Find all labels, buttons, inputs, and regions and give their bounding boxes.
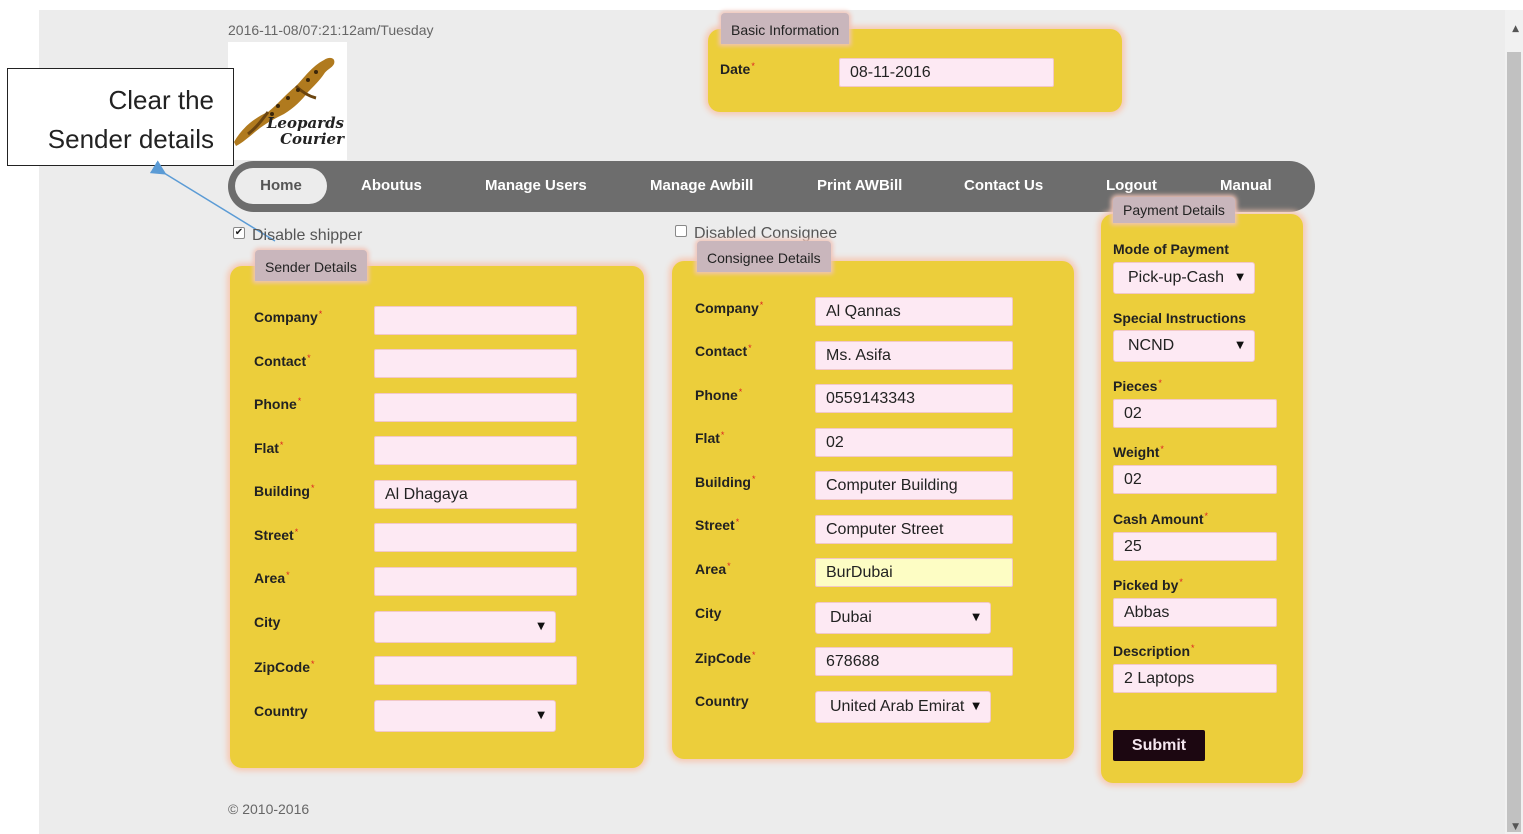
sender-contact-input[interactable] [374,349,577,378]
weight-label: Weight* [1113,444,1164,460]
consignee-contact-label: Contact* [695,343,752,359]
pieces-label: Pieces* [1113,378,1162,394]
sender-details-legend: Sender Details [255,250,367,281]
description-label: Description* [1113,643,1195,659]
nav-print-awbill[interactable]: Print AWBill [817,161,902,212]
sender-phone-input[interactable] [374,393,577,422]
sender-company-input[interactable] [374,306,577,335]
consignee-area-input[interactable]: BurDubai [815,558,1013,587]
special-instructions-select[interactable]: NCND ▼ [1113,330,1255,362]
payment-details-panel [1101,214,1303,783]
sender-phone-label: Phone* [254,396,302,412]
nav-contact-us[interactable]: Contact Us [964,161,1043,212]
timestamp: 2016-11-08/07:21:12am/Tuesday [228,22,434,38]
weight-input[interactable]: 02 [1113,465,1277,494]
sender-zipcode-label: ZipCode* [254,659,315,675]
sender-building-input[interactable]: Al Dhagaya [374,480,577,509]
consignee-building-input[interactable]: Computer Building [815,471,1013,500]
date-input[interactable]: 08-11-2016 [839,58,1054,87]
cash-amount-label: Cash Amount* [1113,511,1208,527]
chevron-down-icon: ▼ [537,621,545,632]
sender-flat-label: Flat* [254,440,284,456]
consignee-company-input[interactable]: Al Qannas [815,297,1013,326]
logo-wordmark: Leopards Courier [266,114,344,148]
consignee-phone-input[interactable]: 0559143343 [815,384,1013,413]
sender-company-label: Company* [254,309,323,325]
submit-button[interactable]: Submit [1113,730,1205,761]
consignee-phone-label: Phone* [695,387,743,403]
sender-flat-input[interactable] [374,436,577,465]
scroll-up-icon[interactable]: ▲ [1512,24,1519,34]
consignee-street-input[interactable]: Computer Street [815,515,1013,544]
consignee-city-label: City [695,605,722,621]
picked-by-label: Picked by* [1113,577,1183,593]
cash-amount-input[interactable]: 25 [1113,532,1277,561]
consignee-company-label: Company* [695,300,764,316]
footer-copyright: © 2010-2016 [228,801,310,817]
consignee-area-label: Area* [695,561,731,577]
consignee-zipcode-label: ZipCode* [695,650,756,666]
payment-details-legend: Payment Details [1113,197,1235,223]
sender-area-label: Area* [254,570,290,586]
description-input[interactable]: 2 Laptops [1113,664,1277,693]
disable-shipper-checkbox[interactable]: ✔ [233,227,245,239]
chevron-down-icon: ▼ [1236,272,1244,283]
scroll-down-icon[interactable]: ▼ [1512,822,1519,832]
sender-details-panel [230,266,644,768]
consignee-flat-label: Flat* [695,430,725,446]
nav-aboutus[interactable]: Aboutus [361,161,422,212]
nav-manage-users[interactable]: Manage Users [485,161,587,212]
sender-zipcode-input[interactable] [374,656,577,685]
date-label: Date* [720,61,755,77]
chevron-down-icon: ▼ [1236,340,1244,351]
sender-area-input[interactable] [374,567,577,596]
consignee-country-select[interactable]: United Arab Emirat ▼ [815,691,991,723]
disable-shipper-label: Disable shipper [252,227,363,244]
special-instructions-label: Special Instructions [1113,310,1247,326]
disabled-consignee-checkbox[interactable] [675,225,687,237]
scroll-thumb[interactable] [1507,52,1521,832]
consignee-flat-input[interactable]: 02 [815,428,1013,457]
sender-building-label: Building* [254,483,315,499]
sender-city-select[interactable]: ▼ [374,611,556,643]
vertical-scrollbar[interactable]: ▲ ▼ [1505,10,1523,834]
mode-of-payment-select[interactable]: Pick-up-Cash ▼ [1113,262,1255,294]
pieces-input[interactable]: 02 [1113,399,1277,428]
sender-city-label: City [254,614,281,630]
consignee-contact-input[interactable]: Ms. Asifa [815,341,1013,370]
consignee-street-label: Street* [695,517,740,533]
basic-information-legend: Basic Information [721,13,850,44]
picked-by-input[interactable]: Abbas [1113,598,1277,627]
sender-street-input[interactable] [374,523,577,552]
nav-manage-awbill[interactable]: Manage Awbill [650,161,753,212]
chevron-down-icon: ▼ [972,612,980,623]
leopards-courier-logo: Leopards Courier [228,42,347,160]
mode-of-payment-label: Mode of Payment [1113,241,1229,257]
sender-contact-label: Contact* [254,353,311,369]
sender-country-label: Country [254,703,308,719]
consignee-country-label: Country [695,693,749,709]
consignee-zipcode-input[interactable]: 678688 [815,647,1013,676]
consignee-building-label: Building* [695,474,756,490]
consignee-details-legend: Consignee Details [697,241,831,272]
chevron-down-icon: ▼ [537,710,545,721]
annotation-callout: Clear the Sender details [7,68,234,166]
consignee-details-panel [672,261,1074,759]
consignee-city-select[interactable]: Dubai ▼ [815,602,991,634]
chevron-down-icon: ▼ [972,701,980,712]
sender-country-select[interactable]: ▼ [374,700,556,732]
nav-home[interactable]: Home [235,168,327,204]
sender-street-label: Street* [254,527,299,543]
